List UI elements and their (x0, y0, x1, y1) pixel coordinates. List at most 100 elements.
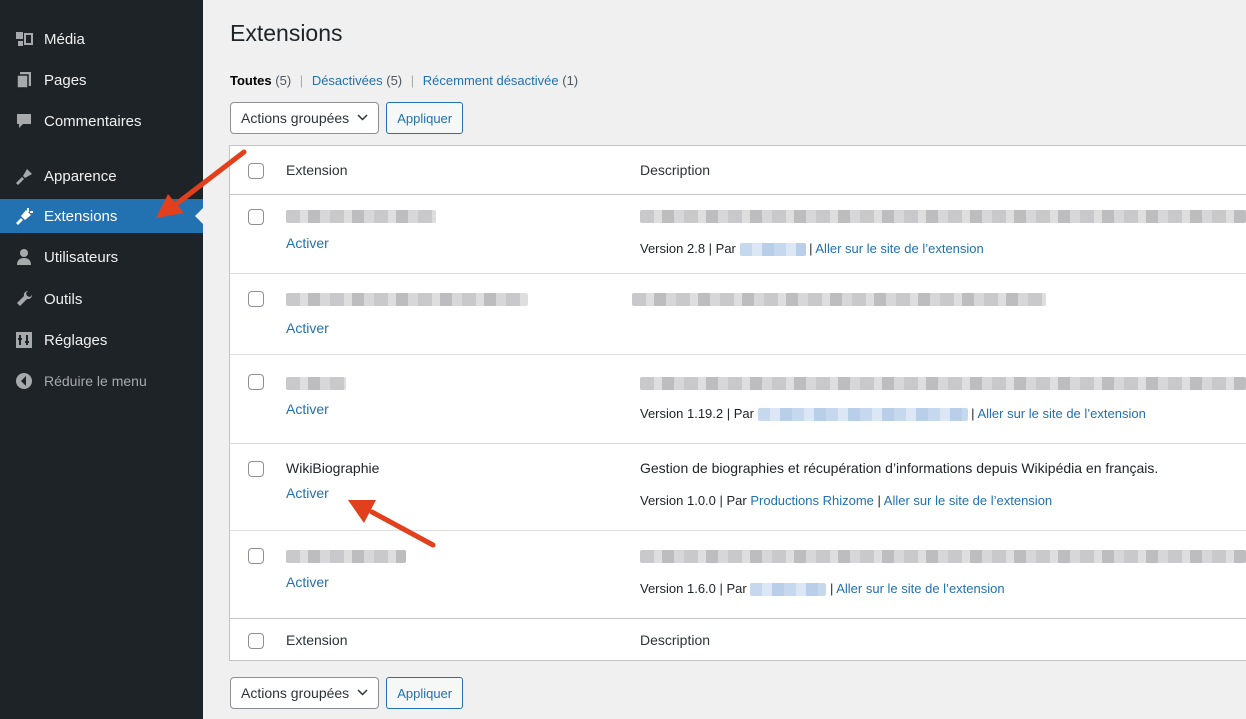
menu-item-extensions[interactable]: Extensions (0, 199, 203, 233)
author-redacted (739, 243, 806, 257)
plugin-site-link[interactable]: Aller sur le site de l’extension (815, 241, 983, 256)
activate-link[interactable]: Activer (286, 235, 329, 251)
plugin-version: Version 2.8 | Par (640, 241, 740, 256)
menu-item-users[interactable]: Utilisateurs (0, 240, 203, 274)
menu-item-label: Réglages (44, 331, 108, 349)
table-row: WikiBiographie Activer Gestion de biogra… (230, 444, 1246, 531)
plugin-version: Version 1.19.2 | Par (640, 406, 758, 421)
meta-separator: | (967, 406, 978, 421)
settings-icon (14, 330, 34, 350)
bulk-actions-bottom: Actions groupées Appliquer (230, 677, 464, 709)
bulk-actions-select-bottom[interactable]: Actions groupées (230, 677, 380, 709)
current-menu-indicator (195, 208, 203, 224)
table-row: Activer Version 1.6.0 | Par | Aller sur … (230, 531, 1246, 618)
menu-item-label: Commentaires (44, 112, 142, 130)
author-redacted (750, 583, 827, 597)
activate-link[interactable]: Activer (286, 401, 329, 417)
plugins-table: Extension Description Activer Version 2.… (229, 145, 1246, 661)
menu-item-settings[interactable]: Réglages (0, 323, 203, 357)
chevron-down-icon (357, 687, 368, 699)
plugin-name-redacted (286, 290, 528, 306)
plugin-version: Version 1.6.0 | Par (640, 581, 751, 596)
plugin-name-redacted (286, 547, 406, 563)
plugin-site-link[interactable]: Aller sur le site de l’extension (884, 493, 1052, 508)
column-footer-description: Description (640, 632, 711, 648)
pages-icon (14, 70, 34, 90)
plugin-description-redacted (640, 207, 1246, 223)
plugin-author-link[interactable]: Productions Rhizome (750, 493, 874, 508)
plugin-meta: Version 1.0.0 | Par Productions Rhizome … (640, 493, 1052, 508)
filter-recent-count: (1) (562, 73, 579, 88)
column-header-description: Description (640, 162, 711, 178)
table-row: Activer (230, 274, 1246, 355)
apply-button-bottom[interactable]: Appliquer (386, 677, 464, 709)
select-all-checkbox-footer[interactable] (248, 633, 264, 649)
collapse-menu-button[interactable]: Réduire le menu (0, 364, 203, 398)
menu-item-label: Outils (44, 290, 83, 308)
activate-link[interactable]: Activer (286, 574, 329, 590)
menu-item-label: Média (44, 30, 85, 48)
filter-separator: | (299, 73, 304, 88)
plugin-name-redacted (286, 207, 436, 223)
plugin-filters: Toutes (5) | Désactivées (5) | Récemment… (230, 73, 578, 88)
plugin-meta: Version 2.8 | Par | Aller sur le site de… (640, 241, 984, 257)
plugins-icon (14, 206, 34, 226)
bulk-actions-top: Actions groupées Appliquer (230, 102, 464, 134)
select-all-checkbox[interactable] (248, 163, 264, 179)
plugin-name: WikiBiographie (286, 460, 380, 476)
media-icon (14, 29, 34, 49)
menu-item-label: Utilisateurs (44, 248, 119, 266)
bulk-actions-select[interactable]: Actions groupées (230, 102, 380, 134)
collapse-icon (14, 371, 34, 391)
menu-item-label: Pages (44, 71, 87, 89)
activate-link[interactable]: Activer (286, 320, 329, 336)
page-title: Extensions (230, 20, 343, 46)
plugin-description-redacted (632, 290, 1046, 306)
plugin-checkbox[interactable] (248, 548, 264, 564)
menu-item-label: Extensions (44, 207, 118, 225)
tools-icon (14, 289, 34, 309)
plugin-description: Gestion de biographies et récupération d… (640, 460, 1159, 476)
column-header-extension[interactable]: Extension (286, 162, 347, 178)
plugin-site-link[interactable]: Aller sur le site de l’extension (836, 581, 1004, 596)
table-row: Activer Version 1.19.2 | Par | Aller sur… (230, 355, 1246, 444)
filter-all[interactable]: Toutes (230, 73, 272, 88)
apply-button[interactable]: Appliquer (386, 102, 464, 134)
plugin-checkbox[interactable] (248, 374, 264, 390)
admin-sidebar: Média Pages Commentaires Apparence Exten… (0, 0, 203, 719)
menu-item-label: Réduire le menu (44, 373, 147, 389)
activate-link[interactable]: Activer (286, 485, 329, 501)
meta-separator: | (805, 241, 816, 256)
appearance-icon (14, 166, 34, 186)
meta-separator: | (826, 581, 837, 596)
bulk-actions-label: Actions groupées (241, 685, 350, 701)
main-content: Extensions Toutes (5) | Désactivées (5) … (203, 0, 1246, 719)
plugin-checkbox[interactable] (248, 291, 264, 307)
plugin-description-redacted (640, 547, 1246, 563)
menu-item-appearance[interactable]: Apparence (0, 159, 203, 193)
plugin-name-redacted (286, 374, 346, 390)
plugin-version: Version 1.0.0 | Par (640, 493, 751, 508)
author-redacted (757, 408, 968, 422)
bulk-actions-label: Actions groupées (241, 110, 350, 126)
comments-icon (14, 111, 34, 131)
plugin-checkbox[interactable] (248, 461, 264, 477)
plugin-description-redacted (640, 374, 1246, 390)
plugin-checkbox[interactable] (248, 209, 264, 225)
plugin-site-link[interactable]: Aller sur le site de l’extension (977, 406, 1145, 421)
menu-item-media[interactable]: Média (0, 22, 203, 56)
column-footer-extension[interactable]: Extension (286, 632, 347, 648)
menu-item-pages[interactable]: Pages (0, 63, 203, 97)
menu-item-comments[interactable]: Commentaires (0, 104, 203, 138)
plugin-meta: Version 1.19.2 | Par | Aller sur le site… (640, 406, 1146, 422)
table-row: Activer Version 2.8 | Par | Aller sur le… (230, 195, 1246, 274)
table-header: Extension Description (230, 146, 1246, 195)
menu-item-tools[interactable]: Outils (0, 282, 203, 316)
users-icon (14, 247, 34, 267)
meta-separator: | (873, 493, 884, 508)
filter-recently-inactive[interactable]: Récemment désactivée (423, 73, 559, 88)
chevron-down-icon (357, 112, 368, 124)
filter-separator: | (410, 73, 415, 88)
filter-all-count: (5) (275, 73, 292, 88)
filter-inactive[interactable]: Désactivées (312, 73, 383, 88)
